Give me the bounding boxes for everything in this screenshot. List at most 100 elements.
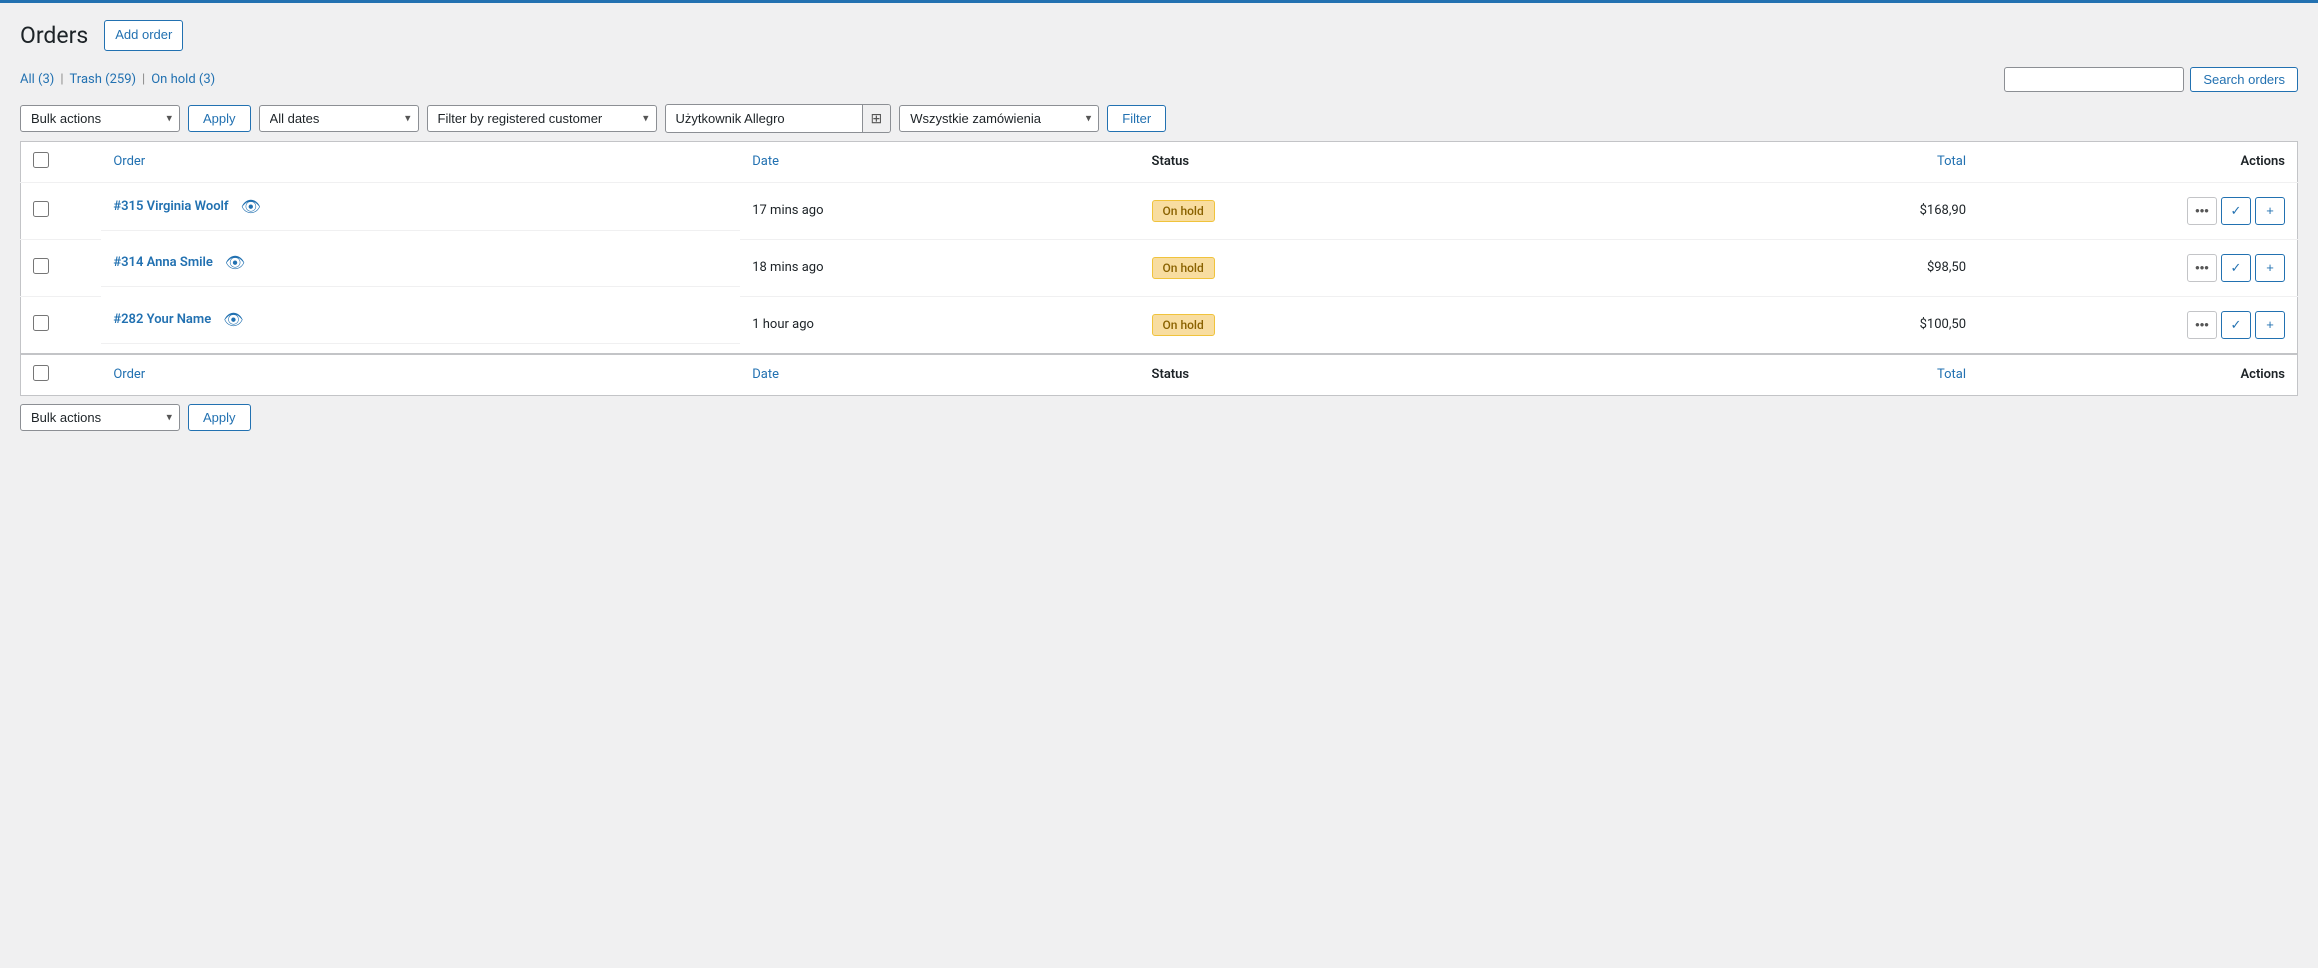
header-date: Date [740,141,1139,182]
orders-select-wrapper: Wszystkie zamówienia ▾ [899,105,1099,132]
row-status-cell: On hold [1140,296,1579,354]
allegro-icon: ⊞ [871,110,883,126]
row-checkbox-315[interactable] [33,201,49,217]
row-actions-cell: ••• ✓ + [1978,239,2297,296]
allegro-icon-button[interactable]: ⊞ [862,105,891,132]
header-checkbox-cell [21,141,102,182]
add-order-button[interactable]: Add order [104,20,183,51]
row-total-cell: $98,50 [1579,239,1978,296]
complete-btn-282[interactable]: ✓ [2221,311,2251,339]
allegro-input-wrapper: ⊞ [665,104,892,133]
table-row: #282 Your Name 👁 1 hour ago On hold $100… [21,296,2298,354]
row-status-cell: On hold [1140,182,1579,239]
action-buttons-314: ••• ✓ + [1990,254,2285,282]
trash-link[interactable]: Trash (259) [70,72,137,87]
footer-order: Order [101,354,740,396]
row-order-cell: #314 Anna Smile 👁 [101,239,740,287]
search-area: Search orders [2004,67,2298,92]
footer-actions: Actions [1978,354,2297,396]
action-buttons-282: ••• ✓ + [1990,311,2285,339]
add-btn-282[interactable]: + [2255,311,2285,339]
customer-filter-select[interactable]: Filter by registered customer [427,105,657,132]
row-date-cell: 1 hour ago [740,296,1139,354]
dates-wrapper: All dates ▾ [259,105,419,132]
add-btn-314[interactable]: + [2255,254,2285,282]
table-header-row: Order Date Status Total Actions [21,141,2298,182]
order-link-282[interactable]: #282 Your Name [113,312,211,327]
row-date-cell: 17 mins ago [740,182,1139,239]
eye-icon-314[interactable]: 👁 [225,253,245,272]
bottom-filters-bar: Bulk actions Mark processing Mark on hol… [20,404,2298,431]
orders-tbody: #315 Virginia Woolf 👁 17 mins ago On hol… [21,182,2298,354]
status-badge-314: On hold [1152,257,1215,279]
bottom-apply-button[interactable]: Apply [188,404,251,431]
bottom-bulk-wrapper: Bulk actions Mark processing Mark on hol… [20,404,180,431]
row-total-cell: $100,50 [1579,296,1978,354]
order-column-link[interactable]: Order [113,154,145,169]
page-title: Orders [20,22,88,49]
bulk-apply-button[interactable]: Apply [188,105,251,132]
order-link-315[interactable]: #315 Virginia Woolf [113,199,228,214]
row-total-cell: $168,90 [1579,182,1978,239]
orders-table: Order Date Status Total Actions #315 Vir… [20,141,2298,396]
row-checkbox-282[interactable] [33,315,49,331]
total-column-link[interactable]: Total [1937,154,1966,169]
complete-btn-315[interactable]: ✓ [2221,197,2251,225]
footer-date: Date [740,354,1139,396]
bottom-bulk-actions-select[interactable]: Bulk actions Mark processing Mark on hol… [20,404,180,431]
order-link-314[interactable]: #314 Anna Smile [113,255,213,270]
footer-total: Total [1579,354,1978,396]
footer-checkbox-cell [21,354,102,396]
status-filter-links: All (3) | Trash (259) | On hold (3) Sear… [20,67,2298,92]
row-actions-cell: ••• ✓ + [1978,182,2297,239]
footer-status: Status [1140,354,1579,396]
row-actions-cell: ••• ✓ + [1978,296,2297,354]
allegro-user-input[interactable] [666,106,862,131]
header-total: Total [1579,141,1978,182]
eye-icon-282[interactable]: 👁 [223,310,243,329]
row-status-cell: On hold [1140,239,1579,296]
table-row: #315 Virginia Woolf 👁 17 mins ago On hol… [21,182,2298,239]
progress-bar [0,0,2318,3]
sep-2: | [142,72,145,87]
row-checkbox-cell [21,182,102,239]
all-orders-link[interactable]: All (3) [20,72,54,87]
status-badge-315: On hold [1152,200,1215,222]
table-footer-row: Order Date Status Total Actions [21,354,2298,396]
sep-1: | [60,72,63,87]
complete-btn-314[interactable]: ✓ [2221,254,2251,282]
row-checkbox-314[interactable] [33,258,49,274]
bulk-actions-select[interactable]: Bulk actions Mark processing Mark on hol… [20,105,180,132]
row-order-cell: #315 Virginia Woolf 👁 [101,183,740,231]
more-actions-btn-282[interactable]: ••• [2187,311,2217,339]
row-date-cell: 18 mins ago [740,239,1139,296]
footer-date-link[interactable]: Date [752,367,779,382]
search-orders-button[interactable]: Search orders [2190,67,2298,92]
select-all-footer-checkbox[interactable] [33,365,49,381]
row-checkbox-cell [21,296,102,354]
customer-filter-wrapper: Filter by registered customer ▾ [427,105,657,132]
more-actions-btn-314[interactable]: ••• [2187,254,2217,282]
eye-icon-315[interactable]: 👁 [241,197,261,216]
table-row: #314 Anna Smile 👁 18 mins ago On hold $9… [21,239,2298,296]
filters-bar: Bulk actions Mark processing Mark on hol… [20,104,2298,133]
header-status: Status [1140,141,1579,182]
row-checkbox-cell [21,239,102,296]
date-column-link[interactable]: Date [752,154,779,169]
add-btn-315[interactable]: + [2255,197,2285,225]
footer-order-link[interactable]: Order [113,367,145,382]
search-input[interactable] [2004,67,2184,92]
header-actions: Actions [1978,141,2297,182]
action-buttons-315: ••• ✓ + [1990,197,2285,225]
filter-button[interactable]: Filter [1107,105,1166,132]
dates-select[interactable]: All dates [259,105,419,132]
header-order: Order [101,141,740,182]
row-order-cell: #282 Your Name 👁 [101,296,740,344]
select-all-checkbox[interactable] [33,152,49,168]
orders-type-select[interactable]: Wszystkie zamówienia [899,105,1099,132]
footer-total-link[interactable]: Total [1937,367,1966,382]
more-actions-btn-315[interactable]: ••• [2187,197,2217,225]
bulk-actions-wrapper: Bulk actions Mark processing Mark on hol… [20,105,180,132]
onhold-link[interactable]: On hold (3) [151,72,215,87]
status-badge-282: On hold [1152,314,1215,336]
